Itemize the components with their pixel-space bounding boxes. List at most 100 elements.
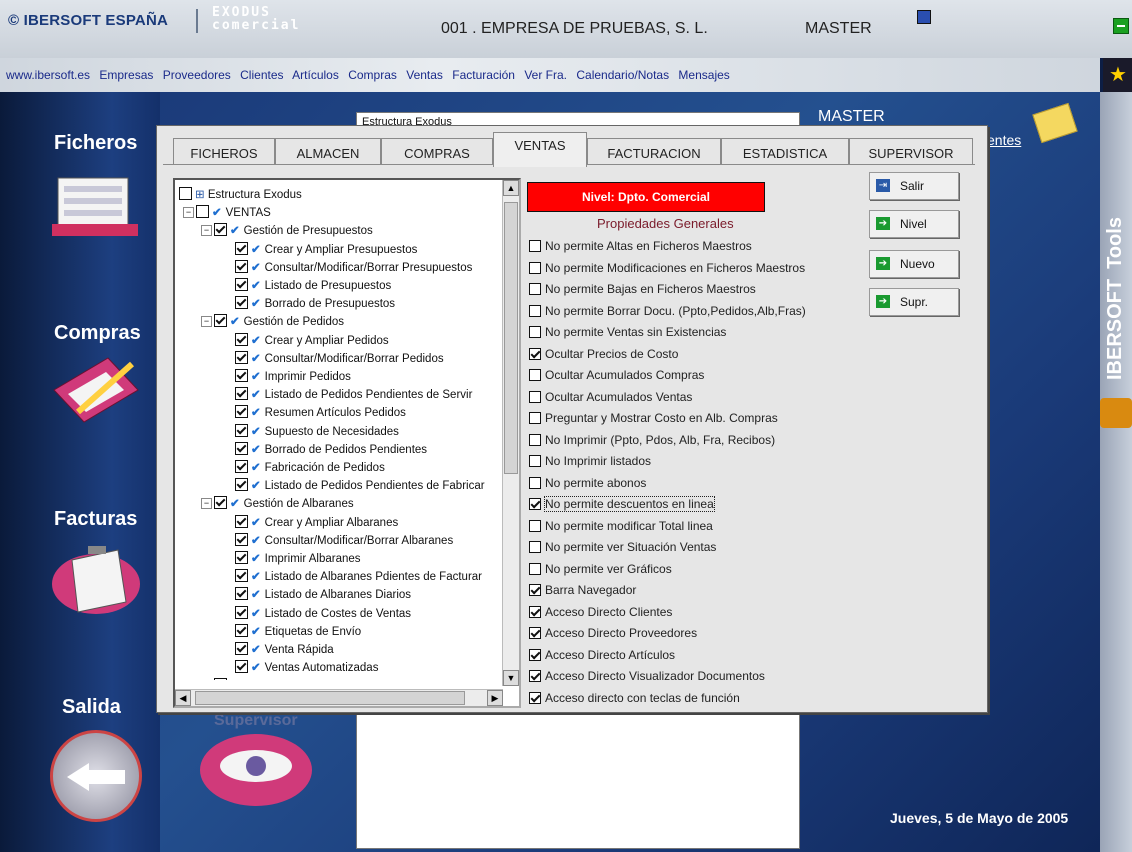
tree-item[interactable]: ✔ Listado de Pedidos Pendientes de Servir bbox=[235, 386, 472, 404]
checkbox[interactable] bbox=[529, 390, 541, 403]
property-checkbox[interactable]: No permite Modificaciones en Ficheros Ma… bbox=[529, 261, 805, 275]
tree-checkbox[interactable] bbox=[235, 478, 248, 492]
checkbox[interactable] bbox=[529, 584, 541, 596]
property-checkbox[interactable]: No permite Bajas en Ficheros Maestros bbox=[529, 282, 756, 296]
facturas-icon[interactable] bbox=[48, 540, 144, 620]
scroll-down-icon[interactable]: ▼ bbox=[503, 670, 519, 686]
minimize-icon[interactable] bbox=[1113, 18, 1129, 34]
nivel-button[interactable]: ➔ Nivel bbox=[869, 210, 959, 238]
property-checkbox[interactable]: No permite ver Situación Ventas bbox=[529, 540, 716, 554]
tree-checkbox[interactable] bbox=[179, 187, 192, 200]
checkbox[interactable] bbox=[529, 605, 541, 618]
property-checkbox[interactable]: Preguntar y Mostrar Costo en Alb. Compra… bbox=[529, 411, 778, 425]
expand-icon[interactable]: − bbox=[183, 207, 194, 219]
supr-button[interactable]: ➔ Supr. bbox=[869, 288, 959, 316]
tree-checkbox[interactable] bbox=[214, 496, 227, 510]
tree-checkbox[interactable] bbox=[235, 660, 248, 674]
nav-link-ventas[interactable]: Ventas bbox=[406, 68, 443, 82]
gift-icon[interactable] bbox=[1100, 398, 1132, 428]
ficheros-icon[interactable] bbox=[48, 168, 144, 240]
nuevo-button[interactable]: ➔ Nuevo bbox=[869, 250, 959, 278]
checkbox[interactable] bbox=[529, 347, 541, 360]
checkbox[interactable] bbox=[529, 498, 541, 510]
tree-group[interactable]: −✔Opciones Terminal Punto de Venta bbox=[201, 677, 421, 680]
property-checkbox[interactable]: Barra Navegador bbox=[529, 583, 636, 597]
tree-item[interactable]: ✔ Listado de Pedidos Pendientes de Fabric… bbox=[235, 477, 485, 495]
nav-link-proveedores[interactable]: Proveedores bbox=[163, 68, 231, 82]
eye-icon[interactable] bbox=[196, 730, 316, 810]
expand-icon[interactable]: − bbox=[201, 316, 212, 328]
checkbox[interactable] bbox=[529, 326, 541, 338]
property-checkbox[interactable]: Acceso Directo Artículos bbox=[529, 648, 675, 662]
tree-checkbox[interactable] bbox=[235, 514, 248, 528]
tree-item[interactable]: ✔ Venta Rápida bbox=[235, 641, 334, 659]
property-checkbox[interactable]: Acceso Directo Proveedores bbox=[529, 626, 697, 640]
tree-item[interactable]: ✔ Listado de Costes de Ventas bbox=[235, 605, 411, 623]
property-checkbox[interactable]: No permite Borrar Docu. (Ppto,Pedidos,Al… bbox=[529, 304, 806, 318]
checkbox[interactable] bbox=[529, 648, 541, 661]
salir-button[interactable]: ⇥ Salir bbox=[869, 172, 959, 200]
tools-label[interactable]: IBERSOFT Tools bbox=[1104, 217, 1127, 380]
tree-item[interactable]: ✔ Fabricación de Pedidos bbox=[235, 459, 385, 477]
property-checkbox[interactable]: Acceso Directo Clientes bbox=[529, 605, 672, 619]
tree-checkbox[interactable] bbox=[235, 387, 248, 401]
property-checkbox[interactable]: Ocultar Acumulados Compras bbox=[529, 368, 704, 382]
tab-facturacion[interactable]: FACTURACION bbox=[587, 138, 721, 165]
tree-item[interactable]: ✔ Imprimir Albaranes bbox=[235, 550, 361, 568]
tree-checkbox[interactable] bbox=[235, 460, 248, 473]
tree-checkbox[interactable] bbox=[235, 551, 248, 564]
property-checkbox[interactable]: Ocultar Acumulados Ventas bbox=[529, 390, 692, 404]
tree-checkbox[interactable] bbox=[235, 441, 248, 455]
nav-link-compras[interactable]: Compras bbox=[348, 68, 397, 82]
tree-item[interactable]: ✔ Consultar/Modificar/Borrar Presupuestos bbox=[235, 259, 472, 277]
tree-item[interactable]: ✔ Supuesto de Necesidades bbox=[235, 423, 399, 441]
tree-checkbox[interactable] bbox=[235, 605, 248, 619]
tab-almacen[interactable]: ALMACEN bbox=[275, 138, 381, 165]
scroll-up-icon[interactable]: ▲ bbox=[503, 180, 519, 196]
tab-estadistica[interactable]: ESTADISTICA bbox=[721, 138, 849, 165]
tree-checkbox[interactable] bbox=[235, 587, 248, 601]
tab-ficheros[interactable]: FICHEROS bbox=[173, 138, 275, 165]
checkbox[interactable] bbox=[529, 627, 541, 639]
checkbox[interactable] bbox=[529, 240, 541, 252]
checkbox[interactable] bbox=[529, 261, 541, 274]
scroll-thumb-horizontal[interactable] bbox=[195, 691, 465, 705]
property-checkbox[interactable]: No Imprimir listados bbox=[529, 454, 651, 468]
property-checkbox[interactable]: No permite ver Gráficos bbox=[529, 562, 672, 576]
tab-compras[interactable]: COMPRAS bbox=[381, 138, 493, 165]
checkbox[interactable] bbox=[529, 433, 541, 446]
checkbox[interactable] bbox=[529, 369, 541, 381]
property-checkbox[interactable]: No permite abonos bbox=[529, 476, 646, 490]
nav-link-web[interactable]: www.ibersoft.es bbox=[6, 68, 90, 82]
property-checkbox[interactable]: No Imprimir (Ppto, Pdos, Alb, Fra, Recib… bbox=[529, 433, 775, 447]
menu-label-facturas[interactable]: Facturas bbox=[54, 508, 137, 531]
tree-item[interactable]: ✔ Listado de Albaranes Diarios bbox=[235, 586, 411, 604]
tree-checkbox[interactable] bbox=[235, 259, 248, 273]
expand-icon[interactable]: − bbox=[201, 498, 212, 510]
nav-link-calendario[interactable]: Calendario/Notas bbox=[576, 68, 669, 82]
scroll-thumb[interactable] bbox=[504, 202, 518, 474]
tree-checkbox[interactable] bbox=[235, 532, 248, 546]
tree-checkbox[interactable] bbox=[235, 332, 248, 346]
checkbox[interactable] bbox=[529, 304, 541, 317]
checkbox[interactable] bbox=[529, 519, 541, 532]
checkbox[interactable] bbox=[529, 541, 541, 553]
permissions-tree[interactable]: ⊞ Estructura Exodus − ✔ VENTAS − ✔ Gestión de … bbox=[173, 178, 521, 708]
tree-checkbox[interactable] bbox=[235, 241, 248, 255]
tree-item[interactable]: ✔ Crear y Ampliar Pedidos bbox=[235, 332, 389, 350]
tree-checkbox[interactable] bbox=[235, 423, 248, 437]
scroll-left-icon[interactable]: ◀ bbox=[175, 690, 191, 706]
tree-group[interactable]: − ✔ Gestión de Pedidos bbox=[201, 313, 344, 331]
tree-checkbox[interactable] bbox=[214, 223, 227, 237]
checkbox[interactable] bbox=[529, 455, 541, 467]
checkbox[interactable] bbox=[529, 476, 541, 489]
property-checkbox[interactable]: Ocultar Precios de Costo bbox=[529, 347, 678, 361]
tree-item[interactable]: ✔ Imprimir Pedidos bbox=[235, 368, 351, 386]
tree-checkbox[interactable] bbox=[235, 642, 248, 655]
nav-link-ver-fra[interactable]: Ver Fra. bbox=[524, 68, 567, 82]
tree-checkbox[interactable] bbox=[235, 405, 248, 419]
property-checkbox[interactable]: No permite modificar Total linea bbox=[529, 519, 713, 533]
tree-group[interactable]: − ✔ VENTAS bbox=[183, 204, 271, 222]
menu-label-ficheros[interactable]: Ficheros bbox=[54, 132, 137, 155]
background-link[interactable]: entes bbox=[987, 132, 1021, 148]
